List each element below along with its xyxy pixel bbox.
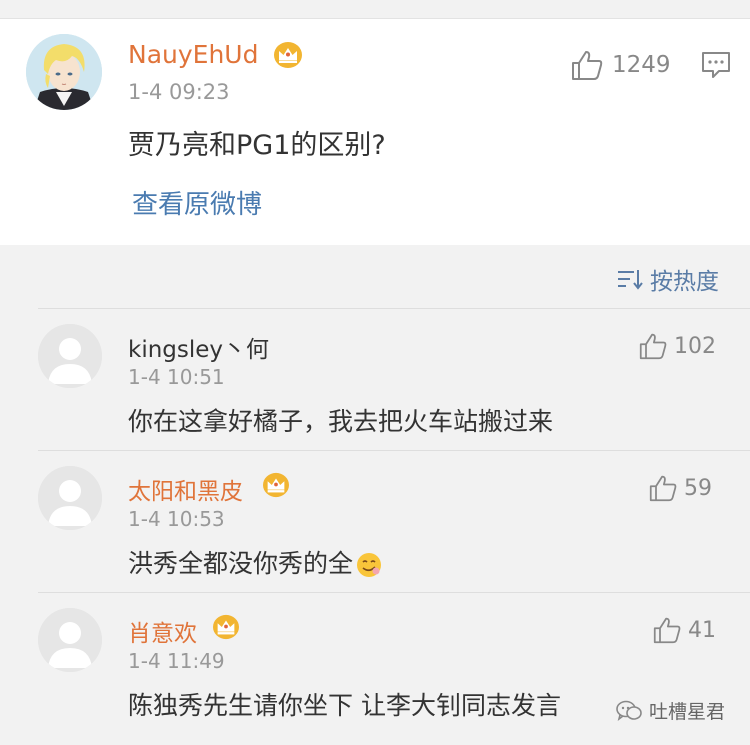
default-avatar-icon <box>38 466 102 530</box>
comment-timestamp: 1-4 11:49 <box>128 649 225 673</box>
comment-username[interactable]: 肖意欢 <box>128 614 197 648</box>
thumbs-up-icon <box>649 475 677 502</box>
divider <box>38 450 750 451</box>
comment-timestamp: 1-4 10:53 <box>128 507 225 531</box>
main-post-text: 贾乃亮和PG1的区别? <box>128 130 386 161</box>
comment-like-count: 102 <box>674 333 716 359</box>
comment-username[interactable]: kingsley丶何 <box>128 330 269 364</box>
avatar[interactable] <box>26 34 102 110</box>
comment-text: 陈独秀先生请你坐下 让李大钊同志发言 <box>128 691 561 720</box>
like-count: 1249 <box>612 52 671 78</box>
vip-crown-icon <box>263 472 289 498</box>
comment-like-button[interactable]: 102 <box>638 330 716 362</box>
comment-username[interactable]: 太阳和黑皮 <box>128 472 243 506</box>
vip-crown-icon <box>274 42 302 68</box>
thumbs-up-icon <box>653 617 681 644</box>
divider <box>38 308 750 309</box>
comment-text: 洪秀全都没你秀的全 <box>128 544 383 580</box>
comment-like-button[interactable]: 41 <box>652 614 716 646</box>
main-timestamp: 1-4 09:23 <box>128 80 230 104</box>
avatar[interactable] <box>38 608 102 672</box>
top-divider <box>0 0 750 19</box>
sort-icon <box>618 270 643 290</box>
thumbs-up-icon <box>639 333 667 360</box>
divider <box>38 592 750 593</box>
vip-crown-icon <box>213 614 239 640</box>
wechat-logo-icon <box>616 700 642 721</box>
avatar[interactable] <box>38 324 102 388</box>
default-avatar-icon <box>38 324 102 388</box>
avatar-image <box>26 34 102 110</box>
comment-like-button[interactable]: 59 <box>648 472 712 504</box>
sort-label: 按热度 <box>650 269 719 295</box>
comment-like-count: 41 <box>688 617 716 643</box>
avatar[interactable] <box>38 466 102 530</box>
watermark-text: 吐槽星君 <box>649 701 726 723</box>
main-username[interactable]: NauyEhUd <box>128 40 258 69</box>
comment-text: 你在这拿好橘子，我去把火车站搬过来 <box>128 407 554 436</box>
default-avatar-icon <box>38 608 102 672</box>
sort-by-hot-button[interactable]: 按热度 <box>616 262 719 296</box>
comment-icon[interactable] <box>700 50 732 80</box>
comment-like-count: 59 <box>684 475 712 501</box>
view-original-link[interactable]: 查看原微博 <box>132 184 262 221</box>
thumbs-up-icon <box>572 51 603 80</box>
watermark: 吐槽星君 <box>615 697 725 724</box>
sly-grin-emoji-icon <box>357 553 382 577</box>
like-button[interactable]: 1249 <box>570 48 671 82</box>
comment-timestamp: 1-4 10:51 <box>128 365 225 389</box>
